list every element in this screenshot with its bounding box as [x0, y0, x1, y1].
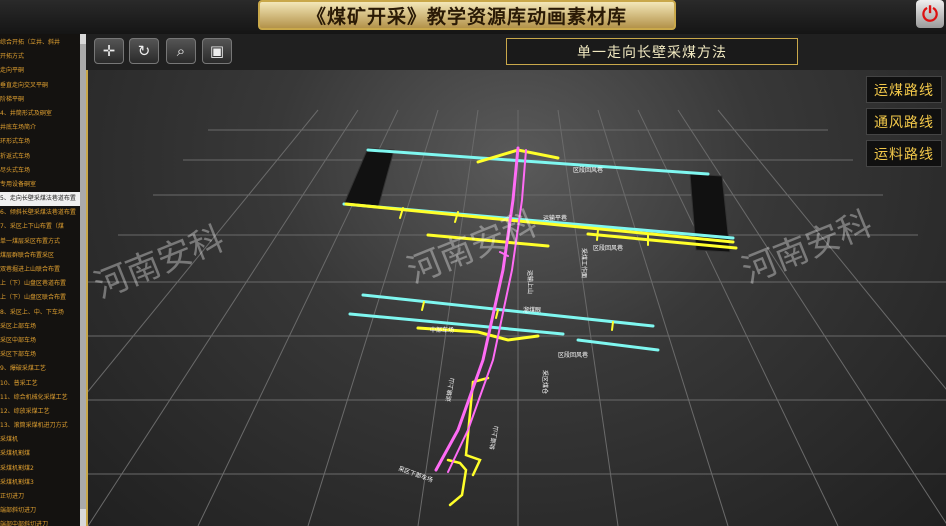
- sidebar-item[interactable]: 上（下）山盘区巷道布置: [0, 277, 80, 291]
- mine-scene: 区段回风巷 运输平巷 区段回风巷 溜煤眼 区段回风巷 中部车场 运输上山 轨道上…: [88, 109, 946, 526]
- sidebar-item[interactable]: 4、井筒形式及硐室: [0, 107, 80, 121]
- label-coal-bin: 采区煤仓: [541, 370, 549, 394]
- sidebar-item[interactable]: 11、综合机械化采煤工艺: [0, 391, 80, 405]
- sidebar-item[interactable]: 采煤机割煤: [0, 447, 80, 461]
- sidebar-item[interactable]: 综合开拓（立井、斜井: [0, 36, 80, 50]
- sidebar-item[interactable]: 端部斜切进刀: [0, 504, 80, 518]
- sidebar-item[interactable]: 走向平硐: [0, 64, 80, 78]
- sidebar-item[interactable]: 上（下）山盘区联合布置: [0, 291, 80, 305]
- sidebar-item[interactable]: 6、倾斜长壁采煤法巷道布置: [0, 206, 80, 220]
- sidebar-item[interactable]: 采煤机割煤3: [0, 476, 80, 490]
- sidebar-item[interactable]: 采区下部车场: [0, 348, 80, 362]
- sidebar-item[interactable]: 阶梯平硐: [0, 93, 80, 107]
- sidebar-item[interactable]: 井底车场简介: [0, 121, 80, 135]
- coal-block-left: [343, 147, 395, 209]
- zoom-icon[interactable]: ⌕: [166, 38, 196, 64]
- sidebar-item[interactable]: 专用设备硐室: [0, 178, 80, 192]
- reset-view-icon[interactable]: ▣: [202, 38, 232, 64]
- route-coal-button[interactable]: 运煤路线: [866, 76, 942, 103]
- rotate-icon[interactable]: ↻: [129, 38, 159, 64]
- sidebar-item[interactable]: 12、综放采煤工艺: [0, 405, 80, 419]
- sidebar-item[interactable]: 双巷掘进上山联合布置: [0, 263, 80, 277]
- sidebar-item[interactable]: 端部中部斜切进刀: [0, 518, 80, 526]
- roadways: [342, 146, 738, 507]
- app-title: 《煤矿开采》教学资源库动画素材库: [258, 0, 676, 30]
- sidebar-item[interactable]: 采区中部车场: [0, 334, 80, 348]
- method-title: 单一走向长壁采煤方法: [506, 38, 798, 65]
- sidebar-item[interactable]: 垂直走向交叉平硐: [0, 79, 80, 93]
- sidebar-item[interactable]: 9、爆破采煤工艺: [0, 362, 80, 376]
- sidebar-item[interactable]: 采煤机割煤2: [0, 462, 80, 476]
- power-icon[interactable]: ⏻: [916, 0, 944, 28]
- sidebar-item[interactable]: 开拓方式: [0, 50, 80, 64]
- sidebar-item[interactable]: 环形式车场: [0, 135, 80, 149]
- sidebar-item[interactable]: 煤层群联合布置采区: [0, 249, 80, 263]
- sidebar-list: 综合开拓（立井、斜井 开拓方式 走向平硐 垂直走向交叉平硐 阶梯平硐 4、井筒形式及硐室井…: [0, 36, 80, 526]
- label-up-hill-2: 运输上山: [526, 270, 534, 294]
- label-rail-up-hill: 轨道上山: [488, 425, 500, 450]
- move-icon[interactable]: ✛: [94, 38, 124, 64]
- route-material-button[interactable]: 运料路线: [866, 140, 942, 167]
- sidebar-item[interactable]: 10、普采工艺: [0, 377, 80, 391]
- sidebar-item[interactable]: 8、采区上、中、下车场: [0, 306, 80, 320]
- label-return-way: 区段回风巷: [573, 166, 603, 174]
- label-up-hill: 运输上山: [444, 377, 456, 402]
- scene-viewport[interactable]: 区段回风巷 运输平巷 区段回风巷 溜煤眼 区段回风巷 中部车场 运输上山 轨道上…: [86, 70, 946, 526]
- label-haulage-way: 运输平巷: [543, 214, 567, 222]
- label-coal-chute: 溜煤眼: [523, 306, 541, 314]
- toolbar: ✛ ↻ ⌕ ▣ 单一走向长壁采煤方法: [86, 34, 946, 70]
- sidebar-item[interactable]: 采区上部车场: [0, 320, 80, 334]
- sidebar-item[interactable]: 采煤机: [0, 433, 80, 447]
- sidebar-item[interactable]: 单一煤层采区布置方式: [0, 235, 80, 249]
- label-mid-yard: 中部车场: [430, 326, 454, 334]
- sidebar-tree: 综合开拓（立井、斜井 开拓方式 走向平硐 垂直走向交叉平硐 阶梯平硐 4、井筒形式及硐室井…: [0, 34, 86, 526]
- sidebar-item[interactable]: 折返式车场: [0, 150, 80, 164]
- sidebar-item[interactable]: 13、滚筒采煤机进刀方式: [0, 419, 80, 433]
- sidebar-item[interactable]: 5、走向长壁采煤法巷道布置: [0, 192, 80, 207]
- label-panel: 采煤工作面: [580, 248, 588, 278]
- sidebar-item[interactable]: 正切进刀: [0, 490, 80, 504]
- sidebar-item[interactable]: 尽头式车场: [0, 164, 80, 178]
- top-bar: 《煤矿开采》教学资源库动画素材库 ⏻: [0, 0, 946, 34]
- sidebar-item[interactable]: 7、采区上下山布置（煤: [0, 220, 80, 234]
- label-return-way-2: 区段回风巷: [558, 351, 588, 359]
- label-vent-way: 区段回风巷: [593, 244, 623, 252]
- route-air-button[interactable]: 通风路线: [866, 108, 942, 135]
